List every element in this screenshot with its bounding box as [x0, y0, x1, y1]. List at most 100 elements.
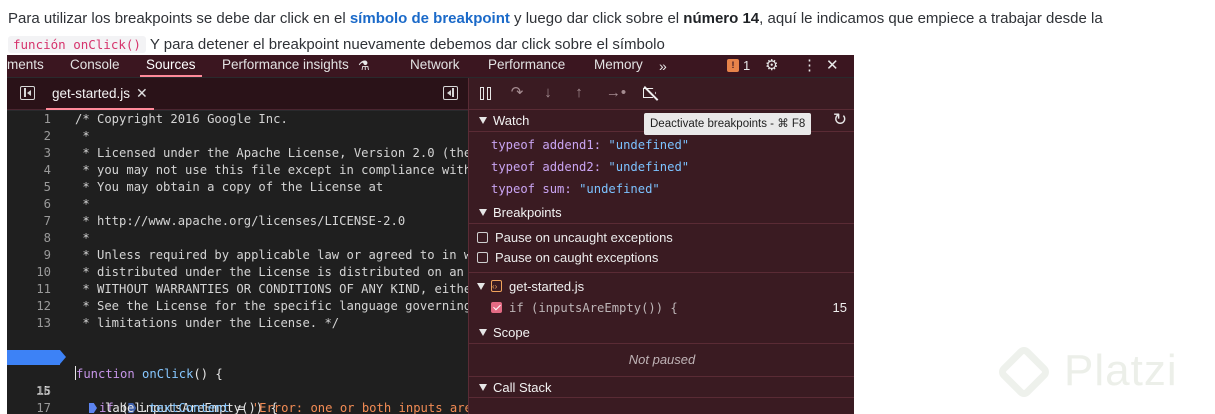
- breakpoint-symbol-link[interactable]: símbolo de breakpoint: [350, 10, 510, 27]
- gear-icon[interactable]: ⚙: [765, 57, 778, 75]
- code-line: 6 *: [7, 196, 468, 213]
- line-number[interactable]: 2: [7, 128, 51, 145]
- devtools-window: ments Console Sources Performance insigh…: [7, 55, 854, 414]
- code-line: 4 * you may not use this file except in …: [7, 162, 468, 179]
- code-line: 7 * http://www.apache.org/licenses/LICEN…: [7, 213, 468, 230]
- article-text: Para utilizar los breakpoints se debe da…: [8, 6, 1208, 58]
- breakpoint-file-group[interactable]: get-started.js: [469, 276, 854, 298]
- code-line-14: 14 function onClick() {: [7, 332, 468, 381]
- line-number[interactable]: 13: [7, 315, 51, 332]
- code-line: 11 * WITHOUT WARRANTIES OR CONDITIONS OF…: [7, 281, 468, 298]
- pause-uncaught-option[interactable]: Pause on uncaught exceptions: [477, 228, 673, 248]
- code-line-16: 16 label.textContent = 'Error: one or bo…: [7, 366, 468, 414]
- issues-count[interactable]: 1: [743, 57, 750, 75]
- checkbox[interactable]: [477, 252, 488, 263]
- scope-status: Not paused: [628, 352, 696, 367]
- code-line: 2 *: [7, 128, 468, 145]
- line-number[interactable]: 8: [7, 230, 51, 247]
- option-label: Pause on uncaught exceptions: [495, 230, 673, 245]
- line-number[interactable]: 9: [7, 247, 51, 264]
- close-icon[interactable]: ✕: [826, 57, 839, 75]
- breakpoint-line-number: 15: [832, 300, 847, 315]
- more-tabs-chevron-icon[interactable]: »: [659, 57, 667, 75]
- article-text-segment: , aquí le indicamos que empiece a trabaj…: [759, 10, 1103, 27]
- section-title: Scope: [493, 325, 530, 340]
- line-number[interactable]: 6: [7, 196, 51, 213]
- code-editor[interactable]: 1 /* Copyright 2016 Google Inc. 2 * 3 * L…: [7, 111, 468, 414]
- code-text: * http://www.apache.org/licenses/LICENSE…: [75, 214, 406, 228]
- breakpoint-entry[interactable]: if (inputsAreEmpty()) { 15: [491, 298, 854, 318]
- code-text: *: [75, 231, 90, 245]
- watch-expression-row[interactable]: typeof addend1: "undefined": [491, 134, 689, 156]
- code-text: * WITHOUT WARRANTIES OR CONDITIONS OF AN…: [75, 282, 468, 296]
- code-text: * limitations under the License. */: [75, 316, 340, 330]
- step-out-icon[interactable]: ↑: [569, 83, 589, 103]
- watch-expression-row[interactable]: typeof addend2: "undefined": [491, 156, 689, 178]
- article-text-segment: y luego dar click sobre el: [509, 10, 684, 27]
- tab-performance-insights[interactable]: Performance insights: [222, 55, 349, 77]
- code-text: * Unless required by applicable law or a…: [75, 248, 468, 262]
- tab-elements[interactable]: ments: [7, 55, 44, 77]
- code-line: 3 * Licensed under the Apache License, V…: [7, 145, 468, 162]
- checkbox[interactable]: [477, 232, 488, 243]
- line-number[interactable]: 5: [7, 179, 51, 196]
- expand-triangle-icon: [479, 384, 487, 391]
- breakpoint-file-name: get-started.js: [509, 279, 585, 294]
- flask-icon: ⚗: [358, 58, 370, 73]
- scope-section-header[interactable]: Scope: [469, 322, 854, 344]
- expand-triangle-icon: [479, 117, 487, 124]
- section-title: Call Stack: [493, 380, 552, 395]
- code-line: 1 /* Copyright 2016 Google Inc.: [7, 111, 468, 128]
- breakpoint-marker[interactable]: [7, 350, 66, 365]
- call-stack-section-header[interactable]: Call Stack: [469, 376, 854, 398]
- section-title: Watch: [493, 113, 530, 128]
- expand-triangle-icon: [477, 283, 485, 290]
- divider: [469, 272, 854, 273]
- watch-expression-row[interactable]: typeof sum: "undefined": [491, 178, 660, 200]
- inline-breakpoint-icon[interactable]: [89, 403, 97, 413]
- line-number-emphasis: número 14: [683, 10, 760, 27]
- step-icon[interactable]: →•: [603, 83, 629, 103]
- breakpoint-code: if (inputsAreEmpty()) {: [509, 301, 678, 315]
- line-number[interactable]: 17: [7, 400, 51, 414]
- line-number[interactable]: 10: [7, 264, 51, 281]
- line-number[interactable]: 3: [7, 145, 51, 162]
- line-number[interactable]: 4: [7, 162, 51, 179]
- devtools-tab-bar: ments Console Sources Performance insigh…: [7, 55, 854, 77]
- pause-caught-option[interactable]: Pause on caught exceptions: [477, 248, 658, 268]
- tab-network[interactable]: Network: [410, 55, 460, 77]
- kebab-menu-icon[interactable]: ⋮: [802, 57, 817, 75]
- code-line: 5 * You may obtain a copy of the License…: [7, 179, 468, 196]
- file-tab-label: get-started.js: [52, 86, 131, 101]
- watch-expression: typeof sum: [491, 182, 565, 196]
- code-line: 13 * limitations under the License. */: [7, 315, 468, 332]
- debugger-toggle-icon[interactable]: [443, 86, 458, 100]
- file-tab-get-started[interactable]: get-started.js ✕: [46, 78, 154, 110]
- deactivate-breakpoints-icon[interactable]: [642, 86, 660, 101]
- platzi-logo-icon: [995, 343, 1053, 401]
- tab-performance[interactable]: Performance: [488, 55, 565, 77]
- watch-expression: typeof addend2: [491, 160, 594, 174]
- line-number[interactable]: 1: [7, 111, 51, 128]
- issues-icon[interactable]: !: [727, 59, 739, 72]
- line-number[interactable]: 12: [7, 298, 51, 315]
- expand-triangle-icon: [479, 209, 487, 216]
- refresh-icon[interactable]: ↻: [830, 110, 850, 130]
- tab-memory[interactable]: Memory: [594, 55, 643, 77]
- line-number[interactable]: 11: [7, 281, 51, 298]
- breakpoint-checkbox[interactable]: [491, 302, 502, 313]
- close-icon[interactable]: ✕: [136, 85, 148, 101]
- tab-console[interactable]: Console: [70, 55, 120, 77]
- breakpoints-section-header[interactable]: Breakpoints: [469, 202, 854, 224]
- article-text-segment: Y para detener el breakpoint nuevamente …: [145, 36, 665, 53]
- step-into-icon[interactable]: ↓: [538, 83, 558, 103]
- expand-triangle-icon: [479, 329, 487, 336]
- step-over-icon[interactable]: ↷: [507, 83, 527, 103]
- editor-tab-strip: get-started.js ✕: [7, 78, 468, 110]
- code-text: * you may not use this file except in co…: [75, 163, 468, 177]
- navigator-toggle-icon[interactable]: [20, 86, 35, 100]
- watch-value: "undefined": [579, 182, 660, 196]
- watermark-text: Platzi: [1064, 346, 1178, 395]
- line-number[interactable]: 7: [7, 213, 51, 230]
- tab-sources[interactable]: Sources: [140, 55, 202, 77]
